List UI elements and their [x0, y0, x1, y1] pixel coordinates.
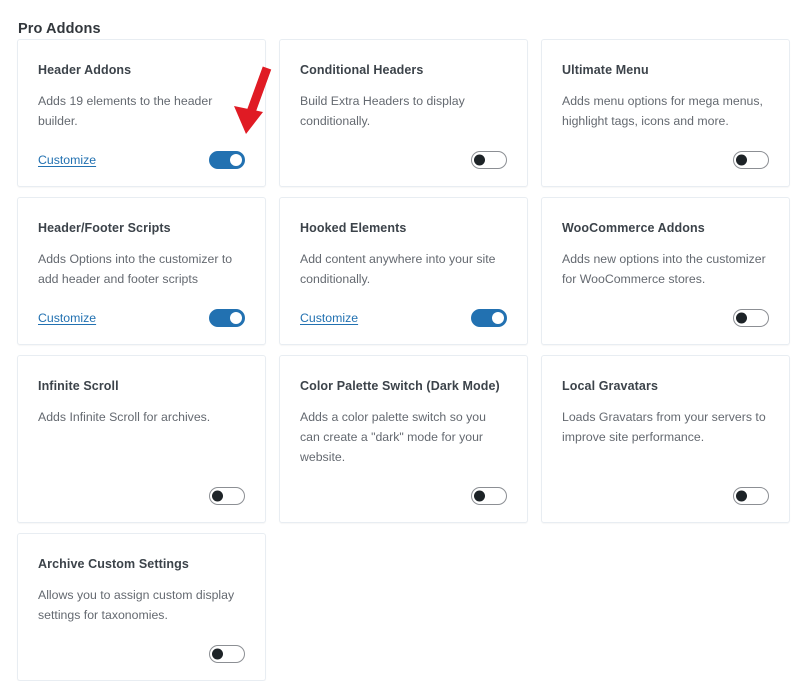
addon-card-conditional-headers: Conditional Headers Build Extra Headers t…	[279, 39, 528, 188]
addon-card-footer	[300, 468, 507, 506]
page-title: Pro Addons	[18, 21, 101, 38]
addon-card-footer	[562, 132, 769, 170]
addon-card-footer	[300, 132, 507, 170]
ultimate-menu-toggle[interactable]	[733, 151, 769, 170]
addon-description: Adds Infinite Scroll for archives.	[38, 410, 211, 425]
addon-title: Header/Footer Scripts	[38, 221, 171, 236]
addon-description: Adds a color palette switch so you can c…	[300, 410, 486, 465]
addon-card-header-addons: Header Addons Adds 19 elements to the hea…	[17, 39, 266, 188]
addon-card-ultimate-menu: Ultimate Menu Adds menu options for mega …	[541, 39, 790, 188]
addon-card-footer: Customize	[38, 290, 245, 328]
addon-description: Adds Options into the customizer to add …	[38, 252, 233, 287]
infinite-scroll-toggle[interactable]	[209, 487, 245, 506]
addon-card-footer	[38, 468, 245, 506]
addon-card-local-gravatars: Local Gravatars Loads Gravatars from your…	[541, 355, 790, 524]
toggle-knob	[230, 312, 242, 325]
addon-card-archive-custom-settings: Archive Custom Settings Allows you to ass…	[17, 533, 266, 681]
addon-title: Local Gravatars	[562, 379, 658, 394]
addon-title: Hooked Elements	[300, 221, 407, 236]
woocommerce-addons-toggle[interactable]	[733, 309, 769, 328]
header-addons-toggle[interactable]	[209, 151, 245, 170]
addon-card-footer	[562, 290, 769, 328]
hooked-elements-toggle[interactable]	[471, 309, 507, 328]
addon-title: Color Palette Switch (Dark Mode)	[300, 379, 500, 394]
toggle-knob	[492, 312, 504, 325]
addon-card-infinite-scroll: Infinite Scroll Adds Infinite Scroll for …	[17, 355, 266, 524]
toggle-knob	[212, 648, 223, 660]
addon-description: Adds new options into the customizer for…	[562, 252, 766, 287]
local-gravatars-toggle[interactable]	[733, 487, 769, 506]
pro-addons-page: Pro Addons Header Addons Adds 19 elements…	[0, 0, 800, 681]
addon-card-footer	[562, 468, 769, 506]
toggle-knob	[474, 490, 485, 502]
archive-custom-settings-toggle[interactable]	[209, 645, 245, 664]
addon-description: Adds menu options for mega menus, highli…	[562, 94, 763, 129]
addon-card-header-footer-scripts: Header/Footer Scripts Adds Options into t…	[17, 197, 266, 346]
customize-link-header-addons[interactable]: Customize	[38, 154, 96, 167]
addon-card-woocommerce-addons: WooCommerce Addons Adds new options into …	[541, 197, 790, 346]
toggle-knob	[736, 312, 747, 324]
addon-title: Archive Custom Settings	[38, 557, 189, 572]
addon-description: Allows you to assign custom display sett…	[38, 588, 235, 623]
toggle-knob	[474, 154, 485, 166]
addon-title: Conditional Headers	[300, 63, 424, 77]
addon-description: Build Extra Headers to display condition…	[300, 94, 465, 129]
addons-grid: Header Addons Adds 19 elements to the hea…	[17, 39, 790, 681]
customize-link-header-footer-scripts[interactable]: Customize	[38, 312, 96, 325]
addon-title: Ultimate Menu	[562, 63, 649, 77]
addon-card-hooked-elements: Hooked Elements Add content anywhere into…	[279, 197, 528, 346]
addon-title: Infinite Scroll	[38, 379, 119, 394]
toggle-knob	[736, 154, 747, 166]
addon-title: Header Addons	[38, 63, 132, 77]
toggle-knob	[736, 490, 747, 502]
addon-description: Loads Gravatars from your servers to imp…	[562, 410, 766, 445]
addon-card-footer	[38, 626, 245, 664]
addon-description: Adds 19 elements to the header builder.	[38, 94, 213, 129]
color-palette-switch-dark-mode-toggle[interactable]	[471, 487, 507, 506]
toggle-knob	[212, 490, 223, 502]
header-footer-scripts-toggle[interactable]	[209, 309, 245, 328]
addon-card-footer: Customize	[300, 290, 507, 328]
addon-description: Add content anywhere into your site cond…	[300, 252, 496, 287]
customize-link-hooked-elements[interactable]: Customize	[300, 312, 358, 325]
toggle-knob	[230, 154, 242, 167]
addon-card-footer: Customize	[38, 132, 245, 170]
addon-card-color-palette-switch-dark-mode: Color Palette Switch (Dark Mode) Adds a c…	[279, 355, 528, 524]
addon-title: WooCommerce Addons	[562, 221, 705, 236]
conditional-headers-toggle[interactable]	[471, 151, 507, 170]
